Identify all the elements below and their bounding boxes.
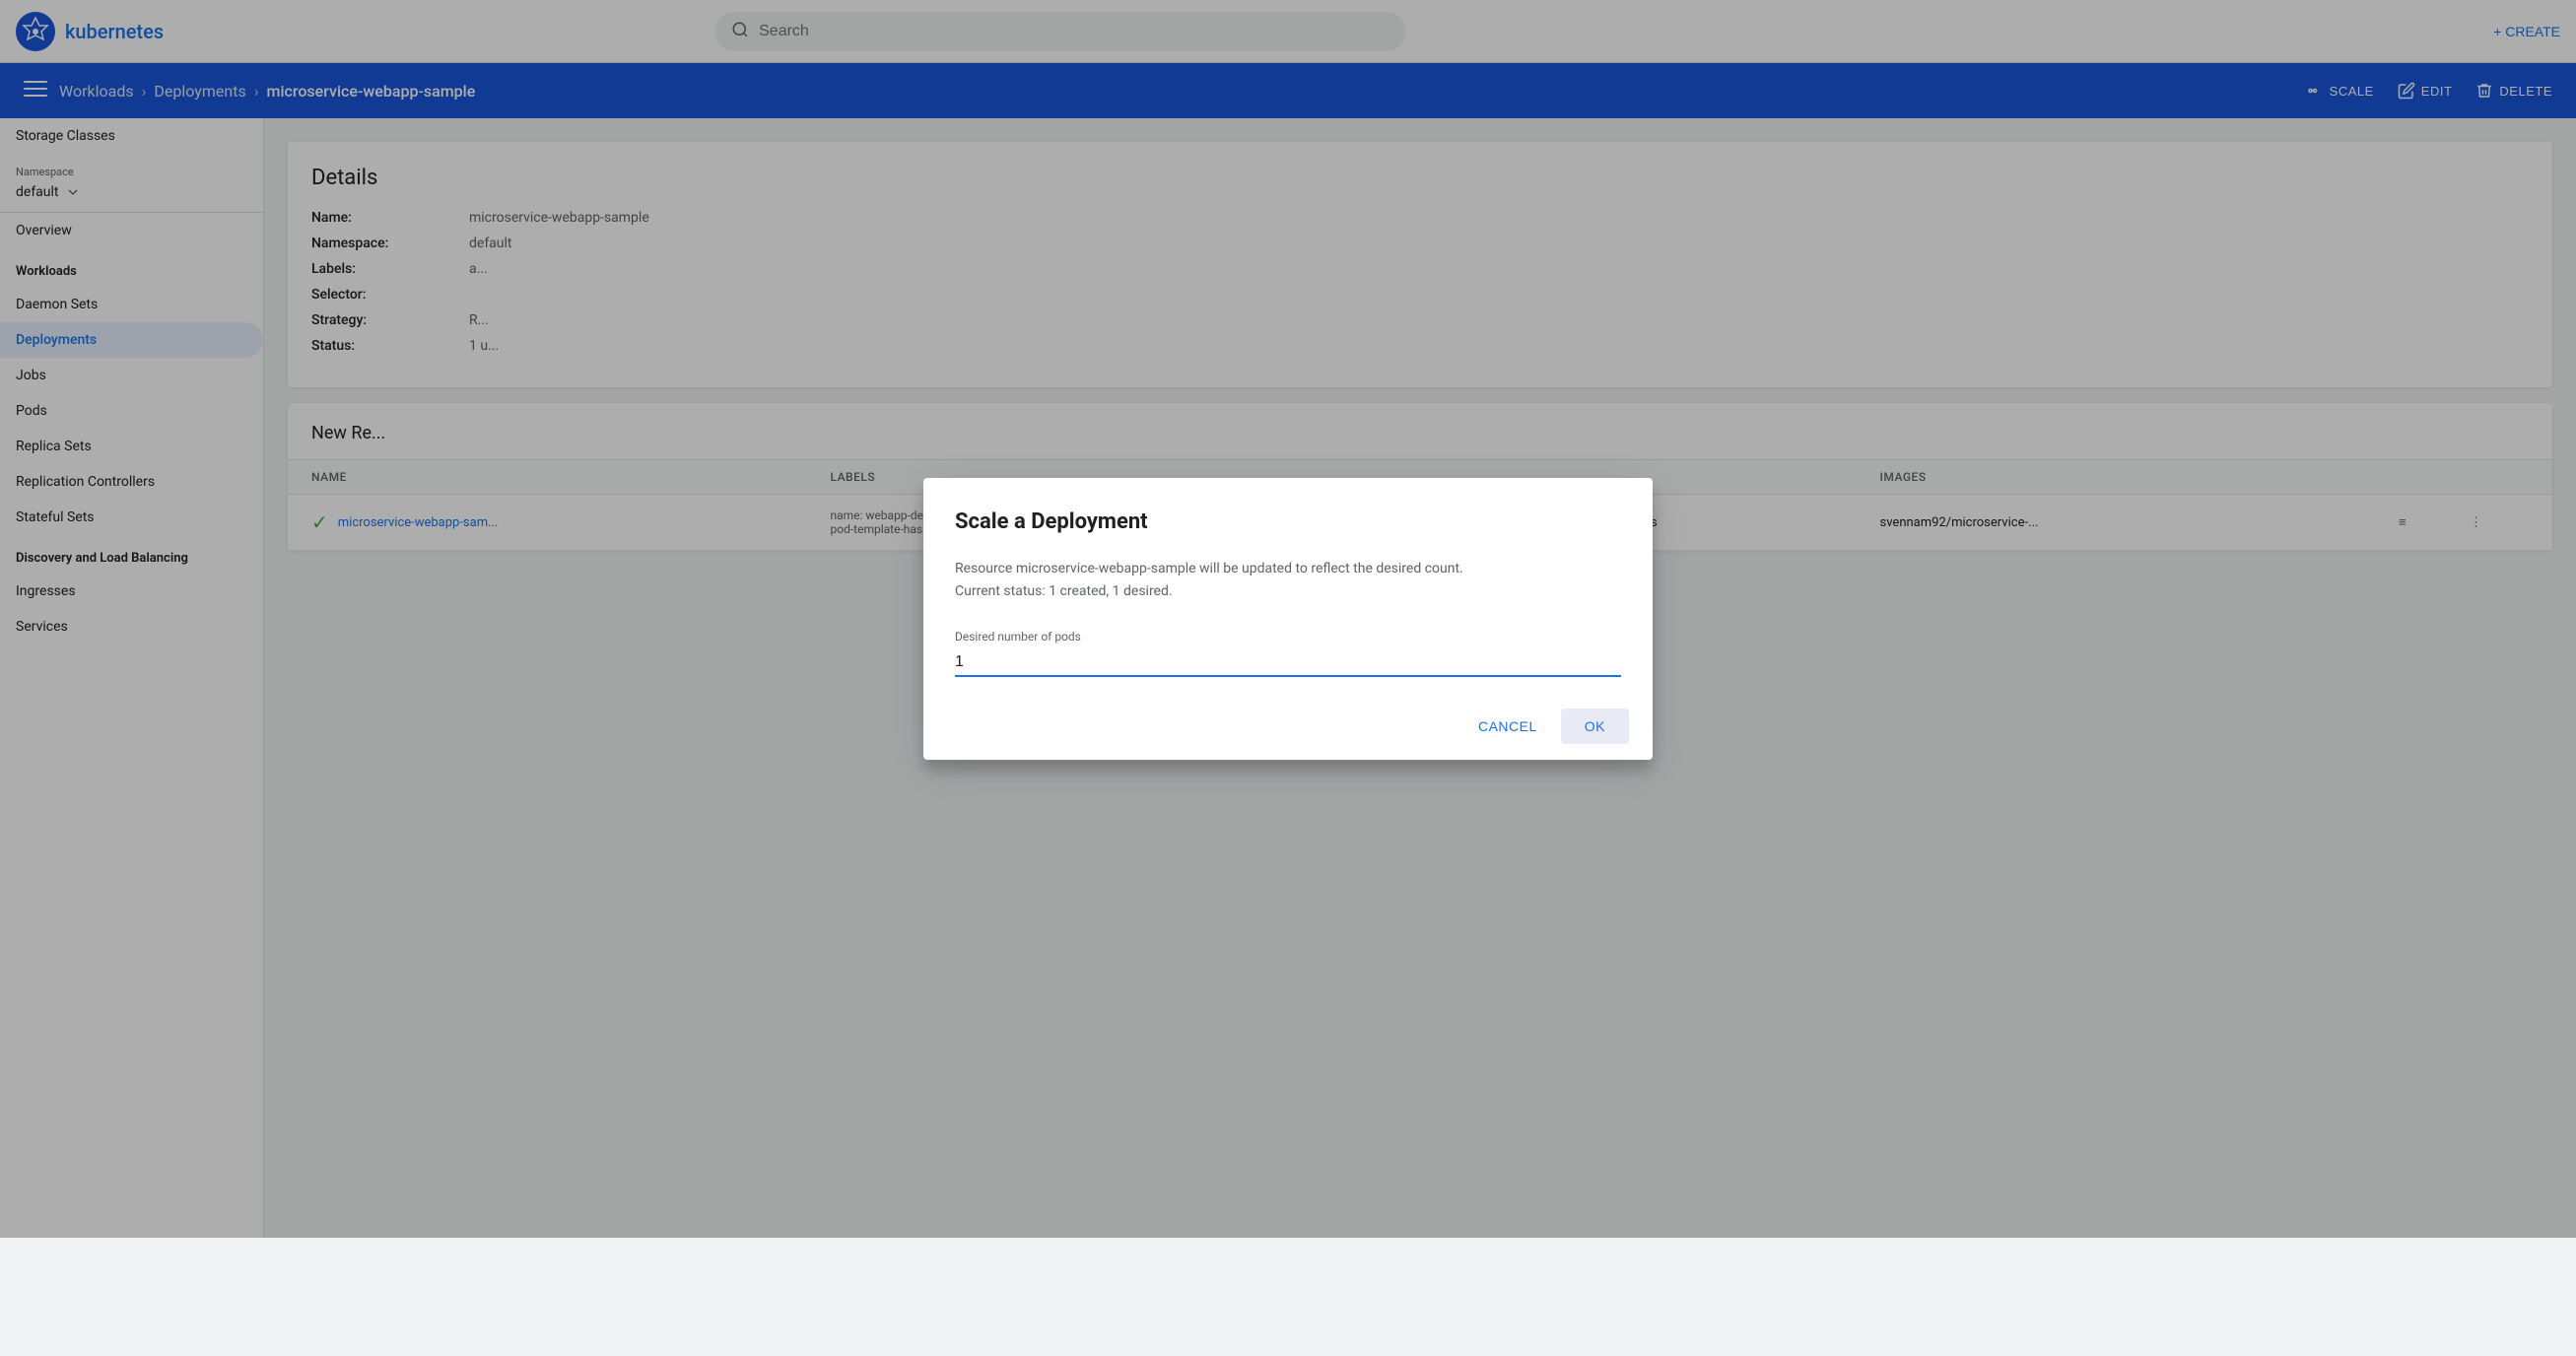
modal-overlay: Scale a Deployment Resource microservice…: [0, 0, 2576, 1238]
modal-field-pods: Desired number of pods: [955, 630, 1621, 677]
modal-body: Scale a Deployment Resource microservice…: [923, 478, 1653, 693]
modal-footer: CANCEL OK: [923, 693, 1653, 760]
modal-field-label: Desired number of pods: [955, 630, 1621, 644]
cancel-button[interactable]: CANCEL: [1462, 709, 1553, 744]
modal-title: Scale a Deployment: [955, 509, 1621, 534]
desired-pods-input[interactable]: [955, 649, 1621, 677]
modal-description: Resource microservice-webapp-sample will…: [955, 558, 1621, 602]
ok-button[interactable]: OK: [1561, 709, 1629, 744]
scale-deployment-modal: Scale a Deployment Resource microservice…: [923, 478, 1653, 760]
